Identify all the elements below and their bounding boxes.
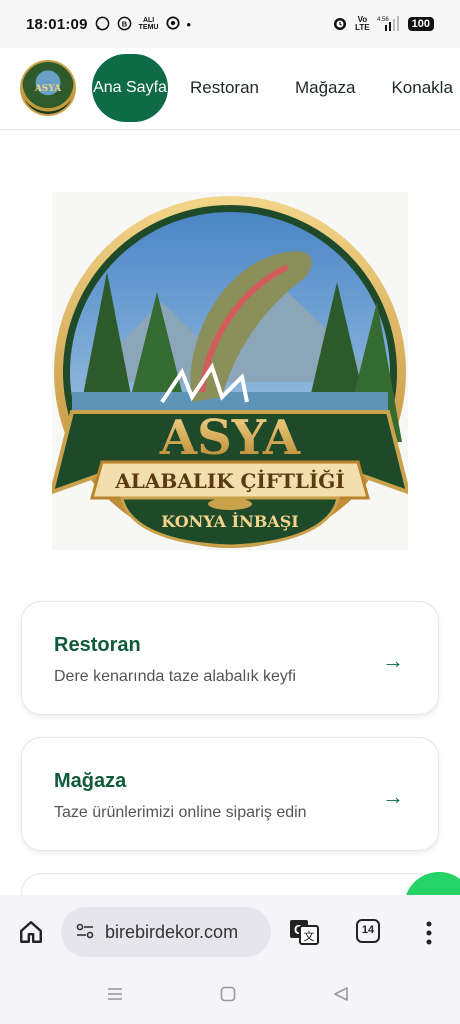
nav-item-magaza[interactable]: Mağaza [277, 78, 373, 98]
hero-location: KONYA İNBAŞI [161, 511, 299, 531]
fish-emblem-icon [208, 498, 252, 510]
battery-icon: 100 [407, 17, 434, 31]
url-bar[interactable]: birebirdekor.com [61, 907, 271, 957]
chrome-icon [165, 16, 180, 32]
status-right: Vo LTE 4.56 100 [332, 15, 434, 33]
home-icon[interactable] [18, 919, 44, 945]
site-logo[interactable]: ASYA [20, 60, 76, 116]
card-magaza[interactable]: Mağaza Taze ürünlerimizi online sipariş … [21, 737, 439, 851]
card-desc: Dere kenarında taze alabalık keyfi [54, 668, 296, 685]
site-header: ASYA Ana Sayfa Restoran Mağaza Konakla [0, 48, 460, 130]
status-left: 18:01:09 B ALI TEMU • [26, 16, 191, 33]
card-title: Restoran [54, 634, 141, 656]
card-title: Mağaza [54, 770, 127, 792]
hero-logo: ASYA ALABALIK ÇİFTLİĞİ KONYA İNBAŞI [52, 192, 408, 550]
hero-subtitle: ALABALIK ÇİFTLİĞİ [114, 468, 345, 493]
whatsapp-icon [95, 16, 110, 33]
svg-text:B: B [121, 19, 127, 28]
nav-item-restoran[interactable]: Restoran [172, 78, 277, 98]
site-settings-icon[interactable] [75, 923, 95, 942]
url-text: birebirdekor.com [105, 921, 239, 942]
hero-title: ASYA [159, 410, 301, 466]
nav-item-home[interactable]: Ana Sayfa [92, 54, 168, 122]
volte-icon: Vo LTE [355, 15, 370, 32]
alarm-icon [332, 15, 348, 33]
more-menu-icon[interactable] [420, 919, 438, 947]
recent-apps-icon[interactable] [106, 986, 124, 1007]
arrow-right-icon: → [382, 784, 404, 809]
net-speed: 4.56 [377, 17, 389, 23]
tab-switcher-button[interactable]: 14 [356, 919, 380, 943]
alibaba-temu-icon: ALI TEMU [138, 17, 159, 31]
card-restoran[interactable]: Restoran Dere kenarında taze alabalık ke… [21, 601, 439, 715]
status-bar: 18:01:09 B ALI TEMU • Vo LTE 4.56 100 [0, 0, 460, 48]
browser-toolbar: birebirdekor.com G文 14 [0, 895, 460, 970]
system-nav-bar [0, 970, 460, 1024]
translate-icon[interactable]: G文 [289, 917, 319, 947]
status-time: 18:01:09 [26, 15, 88, 33]
back-nav-icon[interactable] [333, 986, 349, 1007]
whatsapp-business-icon: B [117, 16, 132, 33]
dot-icon: • [186, 16, 192, 32]
nav-item-konakla[interactable]: Konakla [373, 78, 460, 98]
arrow-right-icon: → [382, 648, 404, 673]
svg-text:文: 文 [304, 929, 315, 943]
asya-logo-emblem: ASYA ALABALIK ÇİFTLİĞİ KONYA İNBAŞI [52, 196, 408, 548]
card-desc: Taze ürünlerimizi online sipariş edin [54, 804, 307, 821]
home-nav-icon[interactable] [220, 986, 236, 1007]
main-nav: Ana Sayfa Restoran Mağaza Konakla [92, 54, 460, 122]
site-logo-text: ASYA [34, 84, 62, 94]
signal-icon: 4.56 [377, 15, 401, 33]
